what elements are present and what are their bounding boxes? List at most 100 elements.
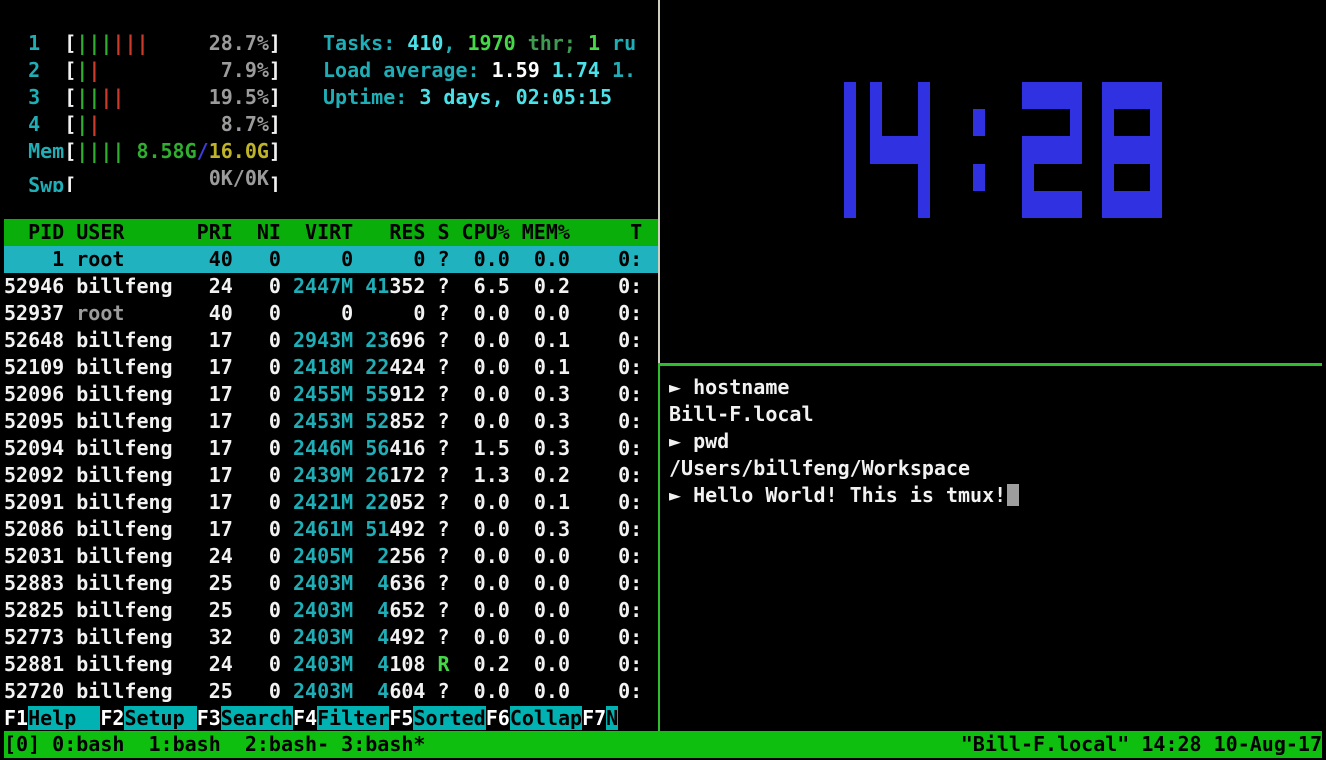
meter-bar-red: | bbox=[137, 31, 149, 55]
meter-bar-green: | bbox=[76, 112, 88, 136]
process-row[interactable]: 52937 root 40 0 0 0 ? 0.0 0.0 0: bbox=[4, 300, 659, 327]
window-item[interactable]: 0:bash bbox=[52, 731, 148, 758]
window-item[interactable]: 2:bash- bbox=[245, 731, 341, 758]
terminal-command-line: ► Hello World! This is tmux! bbox=[669, 482, 1326, 509]
htop-meters: 1 [||||||28.7%] 2 [||7.9%] 3 [||||19.5%]… bbox=[4, 30, 281, 192]
window-list: [0] 0:bash 1:bash 2:bash- 3:bash* bbox=[4, 731, 425, 758]
process-row[interactable]: 52096 billfeng 17 0 2455M 55912 ? 0.0 0.… bbox=[4, 381, 659, 408]
prompt-arrow-icon: ► bbox=[669, 429, 693, 453]
meter-bar-green: | bbox=[76, 58, 88, 82]
htop-summary: Tasks: 410, 1970 thr; 1 ru Load average:… bbox=[323, 30, 636, 111]
meter-value: 28.7% bbox=[209, 31, 269, 55]
meter-bar-green: | bbox=[100, 31, 112, 55]
cpu-meter-4: 4 [||8.7%] bbox=[4, 111, 281, 138]
process-table-header[interactable]: PID USER PRI NI VIRT RES S CPU% MEM% T bbox=[4, 219, 659, 246]
cpu-meter-1: 1 [||||||28.7%] bbox=[4, 30, 281, 57]
meter-bar-red: | bbox=[124, 31, 136, 55]
terminal-command-line: ► pwd bbox=[669, 428, 1326, 455]
process-row[interactable]: 52648 billfeng 17 0 2943M 23696 ? 0.0 0.… bbox=[4, 327, 659, 354]
terminal-text: /Users/billfeng/Workspace bbox=[669, 456, 970, 480]
tmux-status-bar: [0] 0:bash 1:bash 2:bash- 3:bash* "Bill-… bbox=[4, 731, 1322, 758]
clock-digit-1 bbox=[796, 82, 856, 218]
process-row[interactable]: 52031 billfeng 24 0 2405M 2256 ? 0.0 0.0… bbox=[4, 543, 659, 570]
fkey-f1[interactable]: F1Help bbox=[4, 706, 100, 730]
clock-colon bbox=[973, 82, 985, 218]
pane-border-vertical[interactable] bbox=[658, 0, 660, 363]
process-row[interactable]: 52773 billfeng 32 0 2403M 4492 ? 0.0 0.0… bbox=[4, 624, 659, 651]
fkey-f5[interactable]: F5Sorted bbox=[389, 706, 485, 730]
tmux-screen: 1 [||||||28.7%] 2 [||7.9%] 3 [||||19.5%]… bbox=[0, 0, 1326, 760]
meter-value: / bbox=[197, 139, 209, 163]
meter-bar-green: | bbox=[88, 85, 100, 109]
process-row[interactable]: 52095 billfeng 17 0 2453M 52852 ? 0.0 0.… bbox=[4, 408, 659, 435]
cpu-meter-3: 3 [||||19.5%] bbox=[4, 84, 281, 111]
process-row[interactable]: 52094 billfeng 17 0 2446M 56416 ? 1.5 0.… bbox=[4, 435, 659, 462]
uptime-line: Uptime: 3 days, 02:05:15 bbox=[323, 84, 636, 111]
status-right: "Bill-F.local" 14:28 10-Aug-17 bbox=[961, 731, 1322, 758]
clock-digit-8 bbox=[1102, 82, 1162, 218]
window-item[interactable]: 1:bash bbox=[149, 731, 245, 758]
meter-label: Swp bbox=[28, 173, 64, 192]
text-cursor bbox=[1007, 484, 1019, 506]
fkey-f4[interactable]: F4Filter bbox=[293, 706, 389, 730]
process-table: PID USER PRI NI VIRT RES S CPU% MEM% T 1… bbox=[4, 219, 659, 705]
fkey-f3[interactable]: F3Search bbox=[197, 706, 293, 730]
pane-border-vertical-active[interactable] bbox=[658, 363, 660, 731]
process-row[interactable]: 52946 billfeng 24 0 2447M 41352 ? 6.5 0.… bbox=[4, 273, 659, 300]
fkey-f7[interactable]: F7N bbox=[582, 706, 618, 730]
meter-bar-green: | bbox=[76, 85, 88, 109]
fkey-f6[interactable]: F6Collap bbox=[486, 706, 582, 730]
meter-bar-green: | bbox=[112, 139, 124, 163]
meter-value: 8.58G bbox=[136, 139, 196, 163]
meter-bar-red: | bbox=[100, 85, 112, 109]
meter-value: 16.0G bbox=[209, 139, 269, 163]
terminal-output-line: /Users/billfeng/Workspace bbox=[669, 455, 1326, 482]
session-badge: [0] bbox=[4, 731, 52, 758]
process-row[interactable]: 52883 billfeng 25 0 2403M 4636 ? 0.0 0.0… bbox=[4, 570, 659, 597]
process-row[interactable]: 52825 billfeng 25 0 2403M 4652 ? 0.0 0.0… bbox=[4, 597, 659, 624]
prompt-arrow-icon: ► bbox=[669, 375, 693, 399]
terminal-output-line: Bill-F.local bbox=[669, 401, 1326, 428]
tasks-line: Tasks: 410, 1970 thr; 1 ru bbox=[323, 30, 636, 57]
process-row[interactable]: 52109 billfeng 17 0 2418M 22424 ? 0.0 0.… bbox=[4, 354, 659, 381]
pane-terminal[interactable]: ► hostnameBill-F.local► pwd/Users/billfe… bbox=[661, 366, 1326, 730]
terminal-text: hostname bbox=[693, 375, 789, 399]
terminal-command-line: ► hostname bbox=[669, 374, 1326, 401]
window-item[interactable]: 3:bash* bbox=[341, 731, 425, 758]
process-row-selected[interactable]: 1 root 40 0 0 0 ? 0.0 0.0 0: bbox=[4, 246, 659, 273]
meter-value: 7.9% bbox=[221, 58, 269, 82]
process-row[interactable]: 52086 billfeng 17 0 2461M 51492 ? 0.0 0.… bbox=[4, 516, 659, 543]
cpu-meter-2: 2 [||7.9%] bbox=[4, 57, 281, 84]
meter-bar-red: | bbox=[112, 85, 124, 109]
fkey-f2[interactable]: F2Setup bbox=[100, 706, 196, 730]
process-row[interactable]: 52720 billfeng 25 0 2403M 4604 ? 0.0 0.0… bbox=[4, 678, 659, 705]
terminal-text: pwd bbox=[693, 429, 729, 453]
meter-label: Mem bbox=[28, 139, 64, 163]
meter-label: 1 bbox=[28, 31, 64, 55]
process-row[interactable]: 52881 billfeng 24 0 2403M 4108 R 0.2 0.0… bbox=[4, 651, 659, 678]
meter-bar-green: | bbox=[100, 139, 112, 163]
pane-htop[interactable]: 1 [||||||28.7%] 2 [||7.9%] 3 [||||19.5%]… bbox=[4, 3, 659, 731]
meter-bar-red: | bbox=[112, 31, 124, 55]
terminal-text: Bill-F.local bbox=[669, 402, 814, 426]
meter-value: 19.5% bbox=[209, 85, 269, 109]
meter-bar-green: | bbox=[76, 139, 88, 163]
meter-bar-green: | bbox=[88, 139, 100, 163]
meter-label: 2 bbox=[28, 58, 64, 82]
process-row[interactable]: 52092 billfeng 17 0 2439M 26172 ? 1.3 0.… bbox=[4, 462, 659, 489]
swap-meter: Swp[0K/0K] bbox=[4, 165, 281, 192]
meter-value: 8.7% bbox=[221, 112, 269, 136]
process-row[interactable]: 52091 billfeng 17 0 2421M 22052 ? 0.0 0.… bbox=[4, 489, 659, 516]
clock-display bbox=[661, 82, 1322, 218]
meter-bar-green: | bbox=[76, 31, 88, 55]
meter-bar-red: | bbox=[88, 112, 100, 136]
terminal-text: Hello World! This is tmux! bbox=[693, 483, 1006, 507]
meter-value: 0K/0K bbox=[209, 166, 269, 190]
clock-digit-2 bbox=[1022, 82, 1082, 218]
memory-meter: Mem[||||8.58G/16.0G] bbox=[4, 138, 281, 165]
meter-bar-green: | bbox=[88, 31, 100, 55]
pane-clock[interactable] bbox=[661, 0, 1322, 362]
meter-label: 4 bbox=[28, 112, 64, 136]
clock-digit-4 bbox=[870, 82, 930, 218]
function-key-bar: F1Help F2Setup F3SearchF4FilterF5SortedF… bbox=[4, 705, 659, 731]
